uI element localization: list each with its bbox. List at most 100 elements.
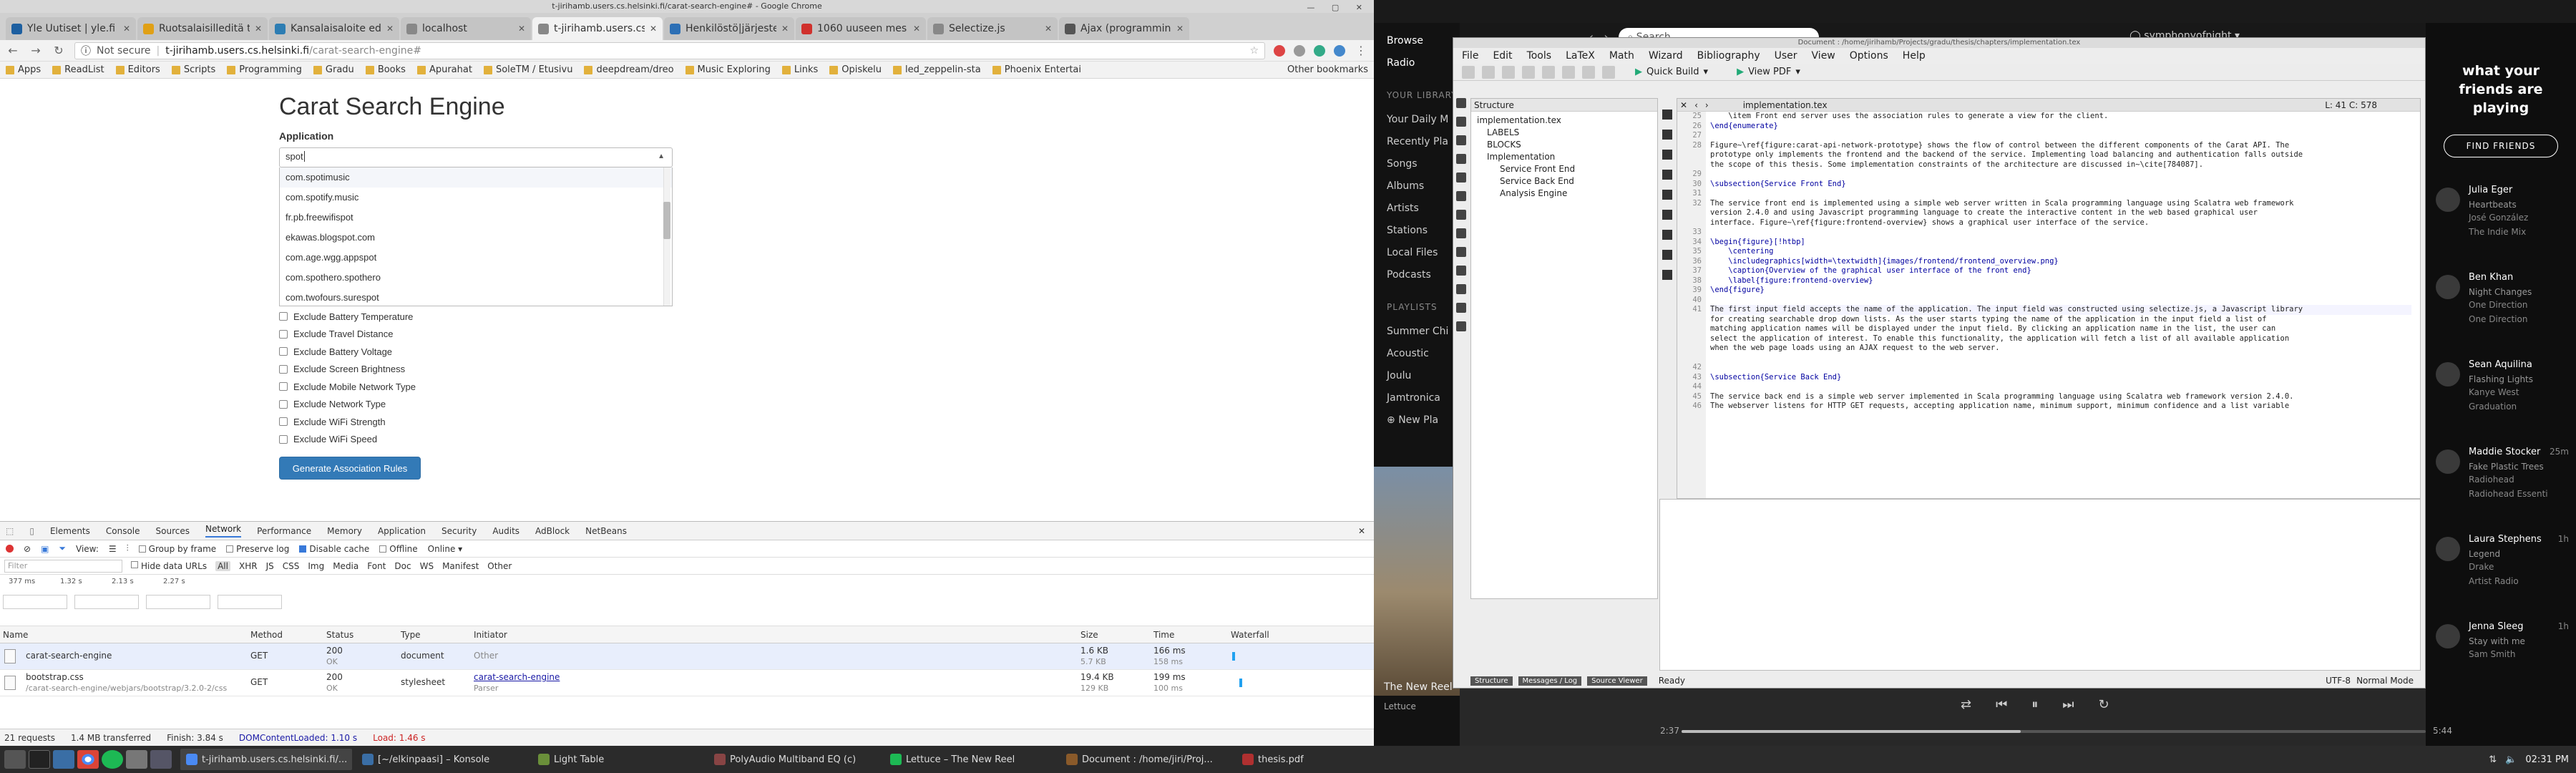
column-header[interactable]: Status: [326, 630, 353, 640]
accent-icon[interactable]: [1456, 210, 1466, 220]
bookmark-item[interactable]: Scripts: [171, 64, 215, 75]
next-doc-icon[interactable]: ›: [1705, 100, 1709, 110]
clear-icon[interactable]: ⊘: [24, 544, 31, 554]
filter-type[interactable]: XHR: [239, 561, 258, 571]
bookmark-item[interactable]: ReadList: [52, 64, 104, 75]
friend-context[interactable]: One Direction: [2469, 314, 2576, 324]
checkbox-box[interactable]: [279, 417, 288, 427]
code-line[interactable]: \begin{figure}[!htbp]: [1710, 238, 2411, 248]
encoding[interactable]: UTF-8: [2326, 676, 2351, 686]
column-header[interactable]: Method: [250, 630, 283, 640]
sqrt-icon[interactable]: [1662, 230, 1672, 240]
hide-data-urls-checkbox[interactable]: Hide data URLs: [131, 560, 207, 571]
devtools-tab[interactable]: Audits: [492, 526, 519, 536]
bookmark-item[interactable]: Opiskelu: [829, 64, 882, 75]
close-icon[interactable]: ✕: [650, 24, 657, 34]
friend-row[interactable]: Jenna Sleeg Stay with me Sam Smith 1h: [2426, 607, 2576, 694]
editor-icon[interactable]: [150, 750, 172, 769]
generate-rules-button[interactable]: Generate Association Rules: [279, 457, 421, 480]
taskbar-window[interactable]: Light Table: [532, 749, 704, 770]
app-launcher-icon[interactable]: [4, 750, 26, 769]
structure-node[interactable]: Service Back End: [1474, 175, 1657, 188]
code-line[interactable]: [1710, 296, 2411, 306]
overview-icon[interactable]: ⫶: [127, 543, 129, 554]
menu-item[interactable]: View: [1812, 50, 1835, 62]
bookmark-item[interactable]: deepdream/dreo: [584, 64, 674, 75]
friend-row[interactable]: Ben Khan Night Changes One Direction One Di…: [2426, 258, 2576, 345]
code-line[interactable]: The service back end is a simple web ser…: [1710, 392, 2411, 402]
newline-icon[interactable]: [1662, 270, 1672, 280]
column-header[interactable]: Waterfall: [1231, 630, 1269, 640]
group-by-frame-checkbox[interactable]: Group by frame: [138, 544, 216, 554]
filter-icon[interactable]: ⏷: [59, 543, 66, 554]
checkbox-box[interactable]: [279, 434, 288, 444]
star-icon[interactable]: ☆: [1249, 45, 1259, 57]
dropdown-option[interactable]: ekawas.blogspot.com: [280, 228, 672, 248]
checkbox-box[interactable]: [279, 399, 288, 409]
pause-icon[interactable]: ⏸: [2031, 697, 2038, 712]
save-icon[interactable]: [1502, 65, 1515, 79]
quick-build-button[interactable]: ▶ Quick Build ▾: [1635, 67, 1708, 77]
playlist-item[interactable]: Summer Chi: [1387, 321, 1460, 343]
extension-icon[interactable]: [1274, 44, 1285, 57]
album-art[interactable]: [1374, 467, 1460, 696]
delimiter-icon[interactable]: [1456, 172, 1466, 183]
code-line[interactable]: \includegraphics[width=\textwidth]{image…: [1710, 257, 2411, 267]
structure-node[interactable]: Service Front End: [1474, 163, 1657, 175]
code-line[interactable]: [1710, 170, 2411, 180]
friend-context[interactable]: Graduation: [2469, 402, 2576, 412]
devtools-tab[interactable]: Network: [205, 524, 242, 538]
filter-type[interactable]: Manifest: [442, 561, 479, 571]
new-playlist-button[interactable]: ⊕ New Pla: [1387, 409, 1460, 432]
friend-row[interactable]: Maddie Stocker Fake Plastic Trees Radiohea…: [2426, 432, 2576, 520]
info-icon[interactable]: ⓘ: [81, 44, 91, 58]
code-line[interactable]: \subsection{Service Back End}: [1710, 373, 2411, 383]
dropdown-option[interactable]: com.spotify.music: [280, 188, 672, 208]
taskbar-window[interactable]: [~/elkinpaasi] – Konsole: [356, 749, 528, 770]
browser-tab[interactable]: Selectize.js ✕: [927, 17, 1058, 40]
friend-artist[interactable]: Sam Smith: [2469, 649, 2576, 659]
bookmark-item[interactable]: Links: [781, 64, 818, 75]
repeat-icon[interactable]: ↻: [2099, 697, 2109, 712]
menu-item[interactable]: Tools: [1527, 50, 1552, 62]
menu-item[interactable]: LaTeX: [1566, 50, 1595, 62]
column-header[interactable]: Type: [401, 630, 421, 640]
filter-type[interactable]: Doc: [394, 561, 411, 571]
menu-item[interactable]: Math: [1609, 50, 1634, 62]
code-line[interactable]: [1710, 382, 2411, 392]
menu-item[interactable]: File: [1462, 50, 1478, 62]
friend-track[interactable]: Heartbeats: [2469, 200, 2576, 210]
table-row[interactable]: carat-search-engine GET 200 OK document Other…: [0, 643, 1374, 670]
code-line[interactable]: The webserver listens for HTTP GET reque…: [1710, 402, 2411, 412]
relation-icon[interactable]: [1456, 117, 1466, 127]
devtools-tab[interactable]: Application: [378, 526, 426, 536]
column-header[interactable]: Initiator: [474, 630, 507, 640]
close-icon[interactable]: ✕: [1176, 24, 1184, 34]
code-line[interactable]: interface. Figure~\ref{figure:frontend-o…: [1710, 218, 2411, 228]
file-manager-icon[interactable]: [53, 750, 74, 769]
taskbar-window[interactable]: Lettuce – The New Reel: [884, 749, 1056, 770]
code-line[interactable]: \caption{Overview of the graphical user …: [1710, 266, 2411, 276]
checkbox-box[interactable]: [279, 382, 288, 392]
devtools-tab[interactable]: Sources: [156, 526, 190, 536]
network-icon[interactable]: ⇅: [2489, 754, 2497, 765]
spotify-icon[interactable]: [102, 750, 123, 769]
misc-icon[interactable]: [1456, 154, 1466, 164]
tikz-icon[interactable]: [1456, 303, 1466, 313]
metapost-icon[interactable]: [1456, 284, 1466, 294]
cut-icon[interactable]: [1582, 65, 1595, 79]
capture-icon[interactable]: ▣: [41, 544, 49, 554]
dropdown-option[interactable]: fr.pb.freewifispot: [280, 208, 672, 228]
forward-icon[interactable]: →: [29, 44, 43, 57]
code-line[interactable]: when the web page loads using an AJAX re…: [1710, 344, 2411, 354]
friend-row[interactable]: Laura Stephens Legend Drake Artist Radio 1h: [2426, 520, 2576, 607]
menu-item[interactable]: Wizard: [1649, 50, 1683, 62]
checkbox-box[interactable]: [279, 329, 288, 339]
playlist-item[interactable]: Acoustic: [1387, 343, 1460, 365]
sidebar-nav-item[interactable]: Browse: [1387, 30, 1460, 52]
taskbar-window[interactable]: t-jirihamb.users.cs.helsinki.fi/...: [180, 749, 352, 770]
code-line[interactable]: [1710, 189, 2411, 199]
browser-tab[interactable]: Ruotsalaisilleditä tä ✕: [137, 17, 268, 40]
friend-artist[interactable]: Drake: [2469, 562, 2576, 572]
filter-type[interactable]: Img: [308, 561, 324, 571]
